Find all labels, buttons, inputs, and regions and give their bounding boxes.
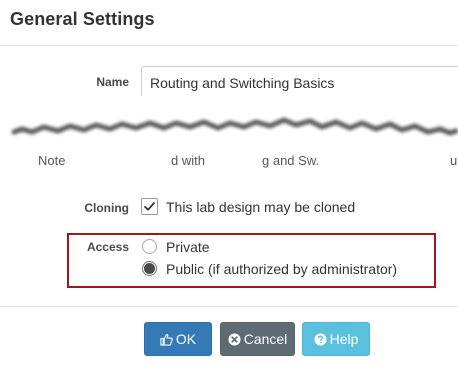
notes-fragment-part: g and Sw. bbox=[262, 153, 320, 168]
name-label: Name bbox=[96, 75, 129, 89]
notes-fragment-part: Note bbox=[38, 153, 66, 168]
checkmark-icon bbox=[144, 202, 155, 211]
help-button-label: Help bbox=[329, 331, 359, 347]
notes-fragment-part: u bbox=[450, 153, 458, 168]
access-public-label[interactable]: Public (if authorized by administrator) bbox=[166, 261, 397, 277]
notes-fragment-part: d with bbox=[171, 153, 205, 168]
name-input[interactable] bbox=[141, 66, 458, 100]
access-private-radio[interactable] bbox=[142, 239, 157, 254]
cloning-label: Cloning bbox=[84, 201, 129, 215]
cloning-checkbox-label[interactable]: This lab design may be cloned bbox=[166, 199, 355, 215]
times-circle-icon bbox=[228, 332, 241, 346]
dialog-title: General Settings bbox=[10, 9, 155, 29]
cancel-button[interactable]: Cancel bbox=[220, 322, 295, 356]
ok-button[interactable]: OK bbox=[144, 322, 212, 356]
general-settings-dialog: General Settings Name Note d with g and … bbox=[0, 0, 458, 367]
thumbs-up-icon bbox=[160, 333, 173, 346]
help-button[interactable]: Help bbox=[302, 322, 370, 356]
notes-fragment: Note d with g and Sw. u bbox=[0, 151, 458, 173]
access-label: Access bbox=[86, 240, 129, 254]
cancel-button-label: Cancel bbox=[243, 331, 288, 347]
dialog-header: General Settings bbox=[0, 0, 458, 46]
cloning-checkbox[interactable] bbox=[141, 198, 158, 215]
access-private-label[interactable]: Private bbox=[166, 239, 210, 255]
question-circle-icon bbox=[314, 332, 327, 346]
footer-divider bbox=[0, 306, 458, 307]
access-public-radio[interactable] bbox=[142, 261, 157, 276]
ok-button-label: OK bbox=[175, 331, 197, 347]
